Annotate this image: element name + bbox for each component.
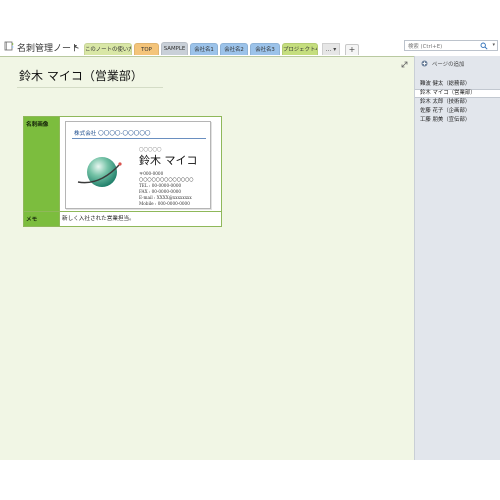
table-row-memo: メモ 新しく入社された営業担当。 xyxy=(23,211,222,227)
more-sections-tab[interactable]: ... ▾ xyxy=(322,43,340,55)
page-list: 難波 健太（総務部） 鈴木 マイコ（営業部） 鈴木 太郎（技術部） 佐藤 花子（企画部… xyxy=(415,80,500,125)
card-info-table: 名刺画像 株式会社 〇〇〇〇-〇〇〇〇〇 〇〇〇〇〇 鈴木 マイコ 〒000-0… xyxy=(23,116,222,227)
card-divider xyxy=(72,138,206,139)
section-tab[interactable]: TOP xyxy=(134,43,159,55)
add-page-button[interactable]: ページの追加 xyxy=(419,59,499,69)
card-tel: TEL : 00-0000-0000 xyxy=(139,183,182,188)
memo-label-cell[interactable]: メモ xyxy=(23,211,60,227)
section-tab[interactable]: このノートの使い方 xyxy=(84,43,132,55)
memo-value-cell[interactable]: 新しく入社された営業担当。 xyxy=(59,211,222,227)
page-list-item[interactable]: 鈴木 太郎（技術部） xyxy=(415,98,500,107)
page-list-item[interactable]: 難波 健太（総務部） xyxy=(415,80,500,89)
page-canvas[interactable]: 鈴木 マイコ（営業部） 名刺画像 株式会社 〇〇〇〇-〇〇〇〇〇 〇〇〇〇〇 鈴… xyxy=(0,56,414,460)
notebook-icon[interactable] xyxy=(4,41,14,51)
section-tab[interactable]: 会社名2 xyxy=(220,43,248,55)
expand-icon[interactable] xyxy=(401,61,408,68)
bottom-blank-area xyxy=(0,460,500,500)
search-icon[interactable] xyxy=(480,42,488,50)
card-fax: FAX : 00-0000-0000 xyxy=(139,189,182,194)
plus-circle-icon xyxy=(421,60,428,67)
search-placeholder: 検索 (Ctrl+E) xyxy=(408,44,443,50)
search-input[interactable]: 検索 (Ctrl+E) ▾ xyxy=(404,40,498,51)
section-tab[interactable]: 会社名1 xyxy=(190,43,218,55)
table-row-image: 名刺画像 株式会社 〇〇〇〇-〇〇〇〇〇 〇〇〇〇〇 鈴木 マイコ 〒000-0… xyxy=(23,116,222,212)
image-value-cell[interactable]: 株式会社 〇〇〇〇-〇〇〇〇〇 〇〇〇〇〇 鈴木 マイコ 〒000-0000 〇… xyxy=(59,116,222,212)
page-list-item[interactable]: 工藤 朋美（宣伝部） xyxy=(415,116,500,125)
search-scope-caret[interactable]: ▾ xyxy=(492,42,495,48)
section-tab[interactable]: 会社名3 xyxy=(250,43,280,55)
notebook-title[interactable]: 名刺管理ノート xyxy=(17,41,80,54)
page-title[interactable]: 鈴木 マイコ（営業部） xyxy=(19,67,143,84)
card-company: 株式会社 〇〇〇〇-〇〇〇〇〇 xyxy=(74,131,151,137)
section-tab[interactable]: プロジェクト4 xyxy=(282,43,318,55)
business-card-image[interactable]: 株式会社 〇〇〇〇-〇〇〇〇〇 〇〇〇〇〇 鈴木 マイコ 〒000-0000 〇… xyxy=(65,121,211,209)
card-email: E-mail : XXXX@xxxxxxxx xyxy=(139,195,192,200)
add-page-label: ページの追加 xyxy=(432,62,465,68)
card-mobile: Mobile : 000-0000-0000 xyxy=(139,201,190,206)
image-label-cell[interactable]: 名刺画像 xyxy=(23,116,60,212)
page-list-pane: ページの追加 難波 健太（総務部） 鈴木 マイコ（営業部） 鈴木 太郎（技術部） 佐藤… xyxy=(414,56,500,460)
page-list-item[interactable]: 佐藤 花子（企画部） xyxy=(415,107,500,116)
title-divider xyxy=(17,87,163,88)
page-list-item[interactable]: 鈴木 マイコ（営業部） xyxy=(415,89,500,98)
globe-logo-icon xyxy=(77,157,122,187)
top-bar: 名刺管理ノート ▾ このノートの使い方 TOP SAMPLE 会社名1 会社名2 会社名3… xyxy=(0,0,500,56)
section-tab[interactable]: SAMPLE xyxy=(161,42,188,55)
notebook-dropdown-caret[interactable]: ▾ xyxy=(74,43,77,50)
add-section-tab[interactable]: + xyxy=(345,44,359,55)
card-person-name: 鈴木 マイコ xyxy=(139,154,198,167)
